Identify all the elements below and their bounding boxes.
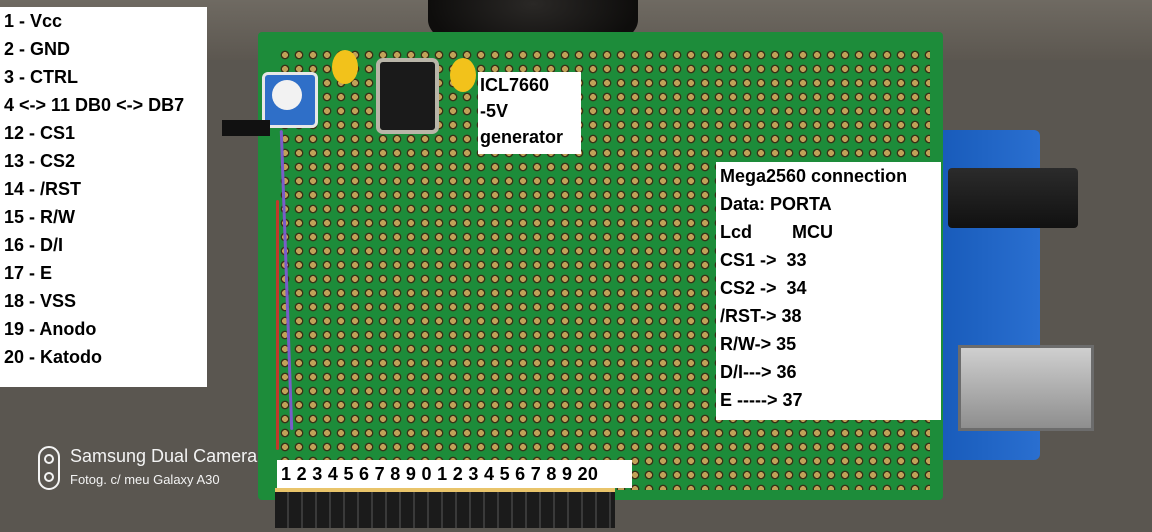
mega-connection-line: CS1 -> 33 (720, 250, 807, 270)
pin-list-item: 18 - VSS (4, 291, 77, 311)
capacitor (450, 58, 476, 92)
pin-list-item: 16 - D/I (4, 235, 64, 255)
watermark-subtitle: Fotog. c/ meu Galaxy A30 (70, 472, 220, 487)
dc-power-jack (948, 168, 1078, 228)
icl-label-line: -5V (480, 101, 509, 121)
pin-list-item: 15 - R/W (4, 207, 76, 227)
mega-connection-line: Mega2560 connection (720, 166, 908, 186)
icl-label-line: ICL7660 (480, 75, 550, 95)
pin-list-item: 14 - /RST (4, 179, 82, 199)
capacitor (332, 50, 358, 84)
pin-list-item: 4 <-> 11 DB0 <-> DB7 (4, 95, 185, 115)
watermark-title: Samsung Dual Camera (70, 446, 258, 466)
pin-numbers: 1 2 3 4 5 6 7 8 9 0 1 2 3 4 5 6 7 8 9 20 (281, 464, 599, 484)
pin-list-item: 3 - CTRL (4, 67, 78, 87)
mega-connection-line: Lcd MCU (720, 222, 834, 242)
camera-watermark: Samsung Dual Camera Fotog. c/ meu Galaxy… (38, 446, 288, 496)
usb-connector (958, 345, 1094, 431)
mega-connection-line: R/W-> 35 (720, 334, 797, 354)
wire (276, 200, 279, 450)
pin-list-item: 2 - GND (4, 39, 71, 59)
icl-label-line: generator (480, 127, 564, 147)
mega-connection-line: /RST-> 38 (720, 306, 802, 326)
mega-connection-line: D/I---> 36 (720, 362, 797, 382)
dual-camera-icon (38, 446, 60, 490)
pin-header (275, 488, 615, 528)
pin-list-item: 1 - Vcc (4, 11, 63, 31)
pin-list-item: 17 - E (4, 263, 53, 283)
camera-lens-icon (44, 472, 54, 482)
mega-connection-line: E -----> 37 (720, 390, 803, 410)
lcd-pin-list: 1 - Vcc 2 - GND 3 - CTRL 4 <-> 11 DB0 <-… (0, 7, 207, 387)
pin-list-item: 20 - Katodo (4, 347, 103, 367)
mega-connection-line: CS2 -> 34 (720, 278, 807, 298)
pin-number-strip: 1 2 3 4 5 6 7 8 9 0 1 2 3 4 5 6 7 8 9 20 (277, 460, 632, 488)
mega-connection-label: Mega2560 connection Data: PORTA Lcd MCU … (716, 162, 941, 420)
mega-connection-line: Data: PORTA (720, 194, 832, 214)
trimmer-knob (272, 80, 302, 110)
jumper-header (222, 120, 270, 136)
camera-lens-icon (44, 454, 54, 464)
icl7660-label: ICL7660 -5V generator (478, 72, 581, 154)
pin-list-item: 12 - CS1 (4, 123, 76, 143)
pin-list-item: 13 - CS2 (4, 151, 76, 171)
icl7660-chip (380, 62, 435, 130)
pin-list-item: 19 - Anodo (4, 319, 97, 339)
